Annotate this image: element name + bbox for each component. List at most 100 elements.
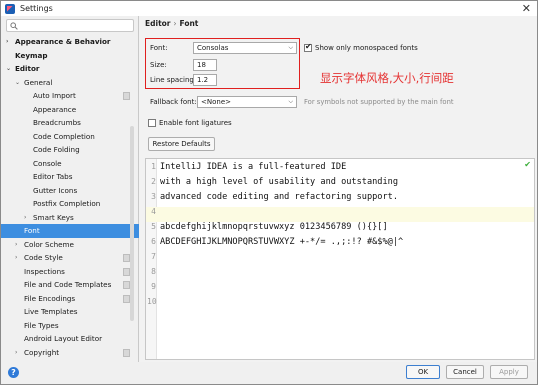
ok-button[interactable]: OK: [406, 365, 440, 379]
sidebar-item[interactable]: Code Folding: [1, 143, 139, 157]
annotation-text: 显示字体风格,大小,行间距: [320, 71, 454, 85]
sidebar-item-label: Editor Tabs: [33, 172, 73, 181]
font-select-value: Consolas: [197, 44, 229, 52]
font-select[interactable]: Consolas ⌵: [193, 42, 297, 54]
sidebar-item[interactable]: ⌄ General: [1, 76, 139, 90]
chevron-right-icon[interactable]: ›: [15, 251, 17, 265]
sidebar-item-label: Code Folding: [33, 145, 80, 154]
line-number: 6: [151, 237, 156, 246]
sidebar-item[interactable]: Postfix Completion: [1, 197, 139, 211]
font-settings-panel: Editor › Font Font: Consolas ⌵ Size: 18 Li…: [140, 16, 537, 362]
sidebar-item-label: Postfix Completion: [33, 199, 101, 208]
sidebar-item[interactable]: Keymap: [1, 49, 139, 63]
sidebar-item-label: Gutter Icons: [33, 185, 78, 195]
search-icon: [10, 21, 18, 30]
sidebar-item[interactable]: Code Completion: [1, 130, 139, 144]
sidebar-item-label: Console: [33, 158, 62, 168]
dialog-footer: ? OK Cancel Apply: [1, 362, 537, 384]
sidebar-item-label: Keymap: [15, 50, 48, 60]
preview-line: 6 ABCDEFGHIJKLMNOPQRSTUVWXYZ +-*/= .,;:!?…: [146, 237, 534, 252]
sidebar-item[interactable]: Appearance: [1, 103, 139, 117]
chevron-right-icon[interactable]: ›: [15, 238, 17, 252]
close-icon[interactable]: ✕: [522, 1, 531, 16]
line-number: 7: [151, 252, 156, 261]
size-value: 18: [197, 61, 206, 69]
sidebar-item[interactable]: ⌄ Editor: [1, 62, 139, 76]
cancel-button[interactable]: Cancel: [446, 365, 484, 379]
ligatures-label: Enable font ligatures: [159, 119, 232, 127]
chevron-down-icon[interactable]: ⌄: [15, 76, 20, 90]
sidebar-item[interactable]: Editor Tabs: [1, 170, 139, 184]
ligatures-checkbox[interactable]: [148, 119, 156, 127]
line-spacing-label: Line spacing:: [150, 76, 197, 84]
fallback-hint: For symbols not supported by the main fo…: [304, 98, 454, 106]
intellij-app-icon: [5, 3, 15, 14]
apply-button[interactable]: Apply: [490, 365, 528, 379]
preview-text: IntelliJ IDEA is a full-featured IDE: [160, 162, 347, 172]
preview-line: 8: [146, 267, 534, 282]
sidebar-item[interactable]: › Smart Keys: [1, 211, 139, 225]
sidebar-item-label: Code Style: [24, 253, 63, 262]
preview-line: 1 IntelliJ IDEA is a full-featured IDE: [146, 162, 534, 177]
sidebar-item-label: File Encodings: [24, 293, 76, 303]
sidebar-item-label: Font: [24, 226, 40, 235]
line-number: 4: [151, 207, 156, 216]
sidebar-item[interactable]: Inspections: [1, 265, 139, 279]
sidebar-item-label: Color Scheme: [24, 239, 74, 249]
fallback-font-value: <None>: [201, 98, 231, 106]
chevron-down-icon[interactable]: ⌄: [6, 62, 11, 76]
sidebar-item[interactable]: Auto Import: [1, 89, 139, 103]
preview-text: abcdefghijklmnopqrstuvwxyz 0123456789 ()…: [160, 222, 388, 232]
restore-defaults-button[interactable]: Restore Defaults: [148, 137, 215, 151]
sidebar-item[interactable]: › Appearance & Behavior: [1, 35, 139, 49]
sidebar-item[interactable]: Breadcrumbs: [1, 116, 139, 130]
breadcrumb-current: Font: [179, 19, 199, 28]
font-label: Font:: [150, 44, 168, 52]
line-number: 3: [151, 192, 156, 201]
preview-line: 7: [146, 252, 534, 267]
preview-line: 5 abcdefghijklmnopqrstuvwxyz 0123456789 (…: [146, 222, 534, 237]
sidebar-item[interactable]: File and Code Templates: [1, 278, 139, 292]
sidebar-item-label: Appearance: [33, 104, 77, 114]
project-scope-icon: [123, 348, 130, 357]
size-field[interactable]: 18: [193, 59, 217, 71]
preview-line: 10: [146, 297, 534, 312]
sidebar-item[interactable]: › Copyright: [1, 346, 139, 360]
chevron-right-icon[interactable]: ›: [15, 346, 17, 360]
chevron-right-icon[interactable]: ›: [24, 211, 26, 225]
sidebar-item[interactable]: Font: [1, 224, 139, 238]
breadcrumb-parent[interactable]: Editor: [145, 19, 171, 28]
monospaced-label: Show only monospaced fonts: [315, 44, 418, 52]
sidebar-item-label: Inspections: [24, 266, 65, 276]
sidebar-item[interactable]: › Code Style: [1, 251, 139, 265]
check-icon: ✔: [524, 160, 531, 169]
settings-tree: › Appearance & Behavior Keymap ⌄ Editor ⌄ Gene…: [1, 35, 139, 359]
sidebar-item[interactable]: File Types: [1, 319, 139, 333]
sidebar-item[interactable]: File Encodings: [1, 292, 139, 306]
preview-line: 4: [146, 207, 534, 222]
breadcrumb: Editor › Font: [145, 19, 198, 28]
preview-line: 3 advanced code editing and refactoring s…: [146, 192, 534, 207]
window-title: Settings: [20, 4, 53, 13]
sidebar-item[interactable]: Android Layout Editor: [1, 332, 139, 346]
sidebar-item-label: Editor: [15, 64, 40, 73]
chevron-down-icon: ⌵: [288, 44, 293, 51]
chevron-right-icon[interactable]: ›: [6, 35, 8, 49]
fallback-font-select[interactable]: <None> ⌵: [197, 96, 297, 108]
settings-window: Settings ✕ › Appearance & Behavior Keymap ⌄…: [0, 0, 538, 385]
line-number: 2: [151, 177, 156, 186]
title-bar: Settings ✕: [1, 1, 537, 16]
sidebar-item-label: Auto Import: [33, 91, 76, 100]
project-scope-icon: [123, 92, 130, 100]
sidebar-item[interactable]: Console: [1, 157, 139, 171]
search-input[interactable]: [6, 19, 134, 32]
line-number: 5: [151, 222, 156, 231]
sidebar-item[interactable]: Live Templates: [1, 305, 139, 319]
help-icon[interactable]: ?: [8, 367, 19, 378]
sidebar-item[interactable]: › Color Scheme: [1, 238, 139, 252]
sidebar-scrollbar[interactable]: [129, 126, 135, 321]
font-preview-editor[interactable]: 1 IntelliJ IDEA is a full-featured IDE 2 wi…: [145, 158, 535, 360]
monospaced-checkbox[interactable]: [304, 42, 312, 52]
sidebar-item[interactable]: Gutter Icons: [1, 184, 139, 198]
line-spacing-field[interactable]: 1.2: [193, 74, 217, 86]
